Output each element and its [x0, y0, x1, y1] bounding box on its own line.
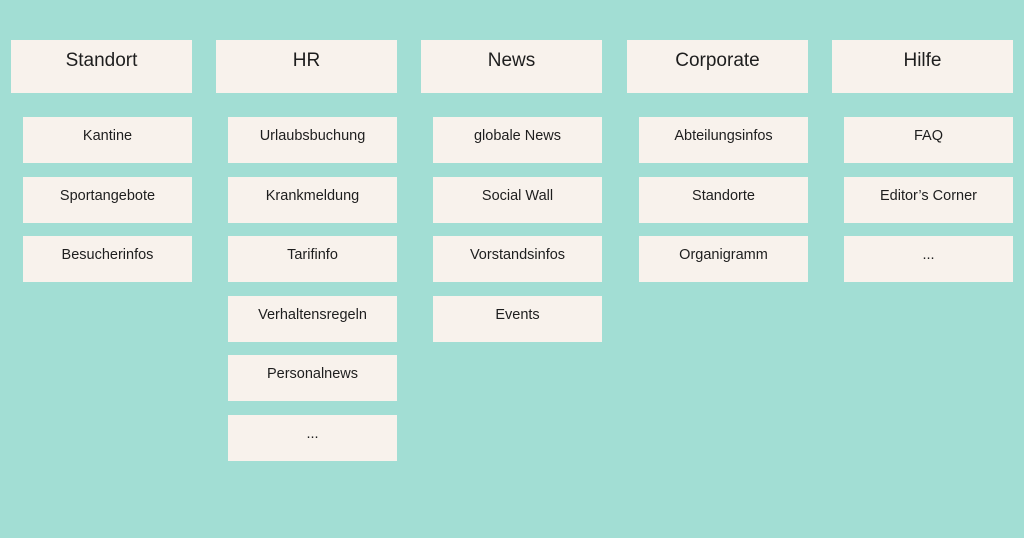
column-hr: HR Urlaubsbuchung Krankmeldung Tarifinfo Ver… [216, 40, 397, 461]
column-corporate: Corporate Abteilungsinfos Standorte Organig… [627, 40, 808, 282]
subpage-item[interactable]: Vorstandsinfos [433, 236, 602, 282]
subpage-item[interactable]: Editor’s Corner [844, 176, 1013, 223]
subpage-item[interactable]: Organigramm [639, 236, 808, 282]
subpage-list: globale News Social Wall Vorstandsinfos Eve… [433, 117, 602, 355]
subpage-list: Kantine Sportangebote Besucherinfos [23, 117, 192, 296]
subpage-list: FAQ Editor’s Corner... [844, 117, 1013, 296]
subpage-item[interactable]: Tarifinfo [228, 236, 397, 282]
subpage-item[interactable]: Besucherinfos [23, 236, 192, 282]
subpage-item[interactable]: Verhaltensregeln [228, 295, 397, 342]
subpage-item[interactable]: Kantine [23, 117, 192, 163]
subpage-item[interactable]: Sportangebote [23, 176, 192, 223]
subpage-item[interactable]: Abteilungsinfos [639, 117, 808, 163]
column-standort: Standort Kantine Sportangebote Besucherinfo… [11, 40, 192, 282]
category-header[interactable]: News [421, 40, 602, 93]
subpage-list: Abteilungsinfos Standorte Organigramm [639, 117, 808, 296]
category-header[interactable]: HR [216, 40, 397, 93]
category-header[interactable]: Standort [11, 40, 192, 93]
subpage-item[interactable]: Personalnews [228, 355, 397, 401]
subpage-item[interactable]: Events [433, 295, 602, 342]
subpage-item[interactable]: FAQ [844, 117, 1013, 163]
subpage-item[interactable]: Standorte [639, 176, 808, 223]
subpage-item[interactable]: globale News [433, 117, 602, 163]
subpage-item[interactable]: ... [844, 236, 1013, 282]
column-news: News globale News Social Wall Vorstandsinfo… [421, 40, 602, 342]
subpage-item[interactable]: Krankmeldung [228, 176, 397, 223]
column-hilfe: Hilfe FAQ Editor’s Corner... [832, 40, 1013, 282]
subpage-list: Urlaubsbuchung Krankmeldung Tarifinfo Verha… [228, 117, 397, 474]
category-header[interactable]: Hilfe [832, 40, 1013, 93]
subpage-item[interactable]: Urlaubsbuchung [228, 117, 397, 163]
category-header[interactable]: Corporate [627, 40, 808, 93]
subpage-item[interactable]: ... [228, 414, 397, 461]
subpage-item[interactable]: Social Wall [433, 176, 602, 223]
